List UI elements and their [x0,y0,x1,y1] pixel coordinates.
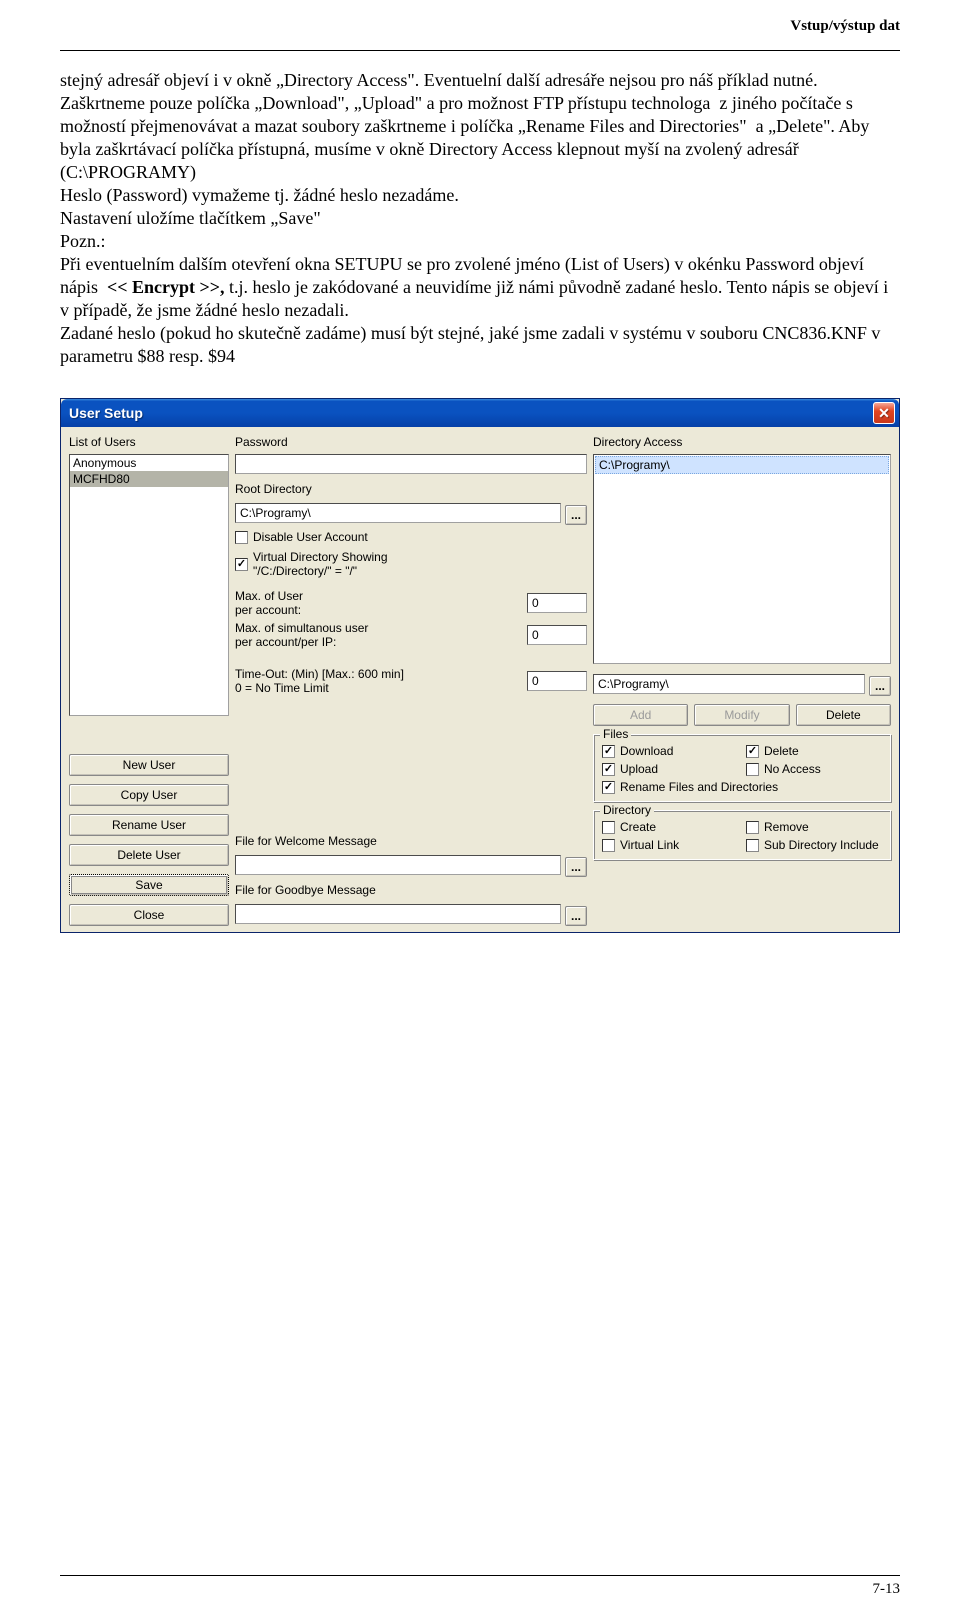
dir-item[interactable]: C:\Programy\ [595,456,889,474]
close-button[interactable]: Close [69,904,229,926]
page-number: 7-13 [873,1581,901,1598]
titlebar: User Setup ✕ [61,399,899,427]
para-6: Zadané heslo (pokud ho skutečně zadáme) … [60,323,885,366]
download-label: Download [620,744,673,758]
directory-legend: Directory [600,803,654,817]
vds-label-1: Virtual Directory Showing [253,550,388,564]
rename-user-button[interactable]: Rename User [69,814,229,836]
vds-label-2: "/C:/Directory/" = "/" [253,564,357,578]
rename-files-checkbox[interactable]: Rename Files and Directories [602,780,882,794]
virtual-link-label: Virtual Link [620,838,679,852]
upload-label: Upload [620,762,658,776]
delete-button[interactable]: Delete [796,704,891,726]
welcome-file-label: File for Welcome Message [235,834,587,848]
body-text: stejný adresář objeví i v okně „Director… [60,69,900,368]
users-listbox[interactable]: Anonymous MCFHD80 [69,454,229,716]
files-group: Files Download Delete Upload No Access R… [593,734,891,802]
save-button[interactable]: Save [69,874,229,896]
goodbye-file-label: File for Goodbye Message [235,883,587,897]
rename-files-label: Rename Files and Directories [620,780,778,794]
header-rule [60,50,900,51]
delete-checkbox[interactable]: Delete [746,744,882,758]
user-setup-window: User Setup ✕ List of Users Anonymous MCF… [60,398,900,933]
disable-user-checkbox[interactable]: Disable User Account [235,530,587,544]
noaccess-checkbox[interactable]: No Access [746,762,882,776]
header-section: Vstup/výstup dat [790,18,900,35]
browse-rootdir-button[interactable]: ... [565,505,587,525]
modify-button[interactable]: Modify [694,704,789,726]
footer-rule [60,1575,900,1576]
directory-group: Directory Create Remove Virtual Link Sub… [593,810,891,860]
upload-checkbox[interactable]: Upload [602,762,738,776]
root-directory-input[interactable]: C:\Programy\ [235,503,561,523]
max-sim-label-2: per account/per IP: [235,635,523,649]
delete-label: Delete [764,744,799,758]
virtual-link-checkbox[interactable]: Virtual Link [602,838,738,852]
virtual-directory-checkbox[interactable]: Virtual Directory Showing "/C:/Directory… [235,550,587,578]
goodbye-file-input[interactable] [235,904,561,924]
files-legend: Files [600,727,631,741]
user-item-anonymous[interactable]: Anonymous [70,455,228,471]
close-icon[interactable]: ✕ [873,402,895,424]
create-checkbox[interactable]: Create [602,820,738,834]
create-label: Create [620,820,656,834]
disable-user-label: Disable User Account [253,530,368,544]
para-4: Pozn.: [60,231,106,251]
max-user-input[interactable]: 0 [527,593,587,613]
new-user-button[interactable]: New User [69,754,229,776]
window-title: User Setup [69,405,143,421]
list-of-users-label: List of Users [69,435,229,449]
password-label: Password [235,435,587,449]
welcome-file-input[interactable] [235,855,561,875]
timeout-label-1: Time-Out: (Min) [Max.: 600 min] [235,667,523,681]
max-user-label-1: Max. of User [235,589,523,603]
para-1: stejný adresář objeví i v okně „Director… [60,70,874,182]
user-item-mcfhd80[interactable]: MCFHD80 [70,471,228,487]
remove-checkbox[interactable]: Remove [746,820,882,834]
browse-goodbye-button[interactable]: ... [565,906,587,926]
para-3: Nastavení uložíme tlačítkem „Save" [60,208,321,228]
copy-user-button[interactable]: Copy User [69,784,229,806]
directory-path-input[interactable]: C:\Programy\ [593,674,865,694]
subdir-include-label: Sub Directory Include [764,838,879,852]
max-sim-label-1: Max. of simultanous user [235,621,523,635]
subdir-include-checkbox[interactable]: Sub Directory Include [746,838,882,852]
directory-access-listbox[interactable]: C:\Programy\ [593,454,891,664]
para-5-bold: << Encrypt >>, [107,277,225,297]
noaccess-label: No Access [764,762,821,776]
directory-access-label: Directory Access [593,435,891,449]
add-button[interactable]: Add [593,704,688,726]
max-user-label-2: per account: [235,603,523,617]
download-checkbox[interactable]: Download [602,744,738,758]
root-directory-label: Root Directory [235,482,587,496]
max-sim-input[interactable]: 0 [527,625,587,645]
browse-welcome-button[interactable]: ... [565,857,587,877]
timeout-input[interactable]: 0 [527,671,587,691]
delete-user-button[interactable]: Delete User [69,844,229,866]
browse-dir-button[interactable]: ... [869,676,891,696]
timeout-label-2: 0 = No Time Limit [235,681,523,695]
password-input[interactable] [235,454,587,474]
remove-label: Remove [764,820,809,834]
para-2: Heslo (Password) vymažeme tj. žádné hesl… [60,185,459,205]
